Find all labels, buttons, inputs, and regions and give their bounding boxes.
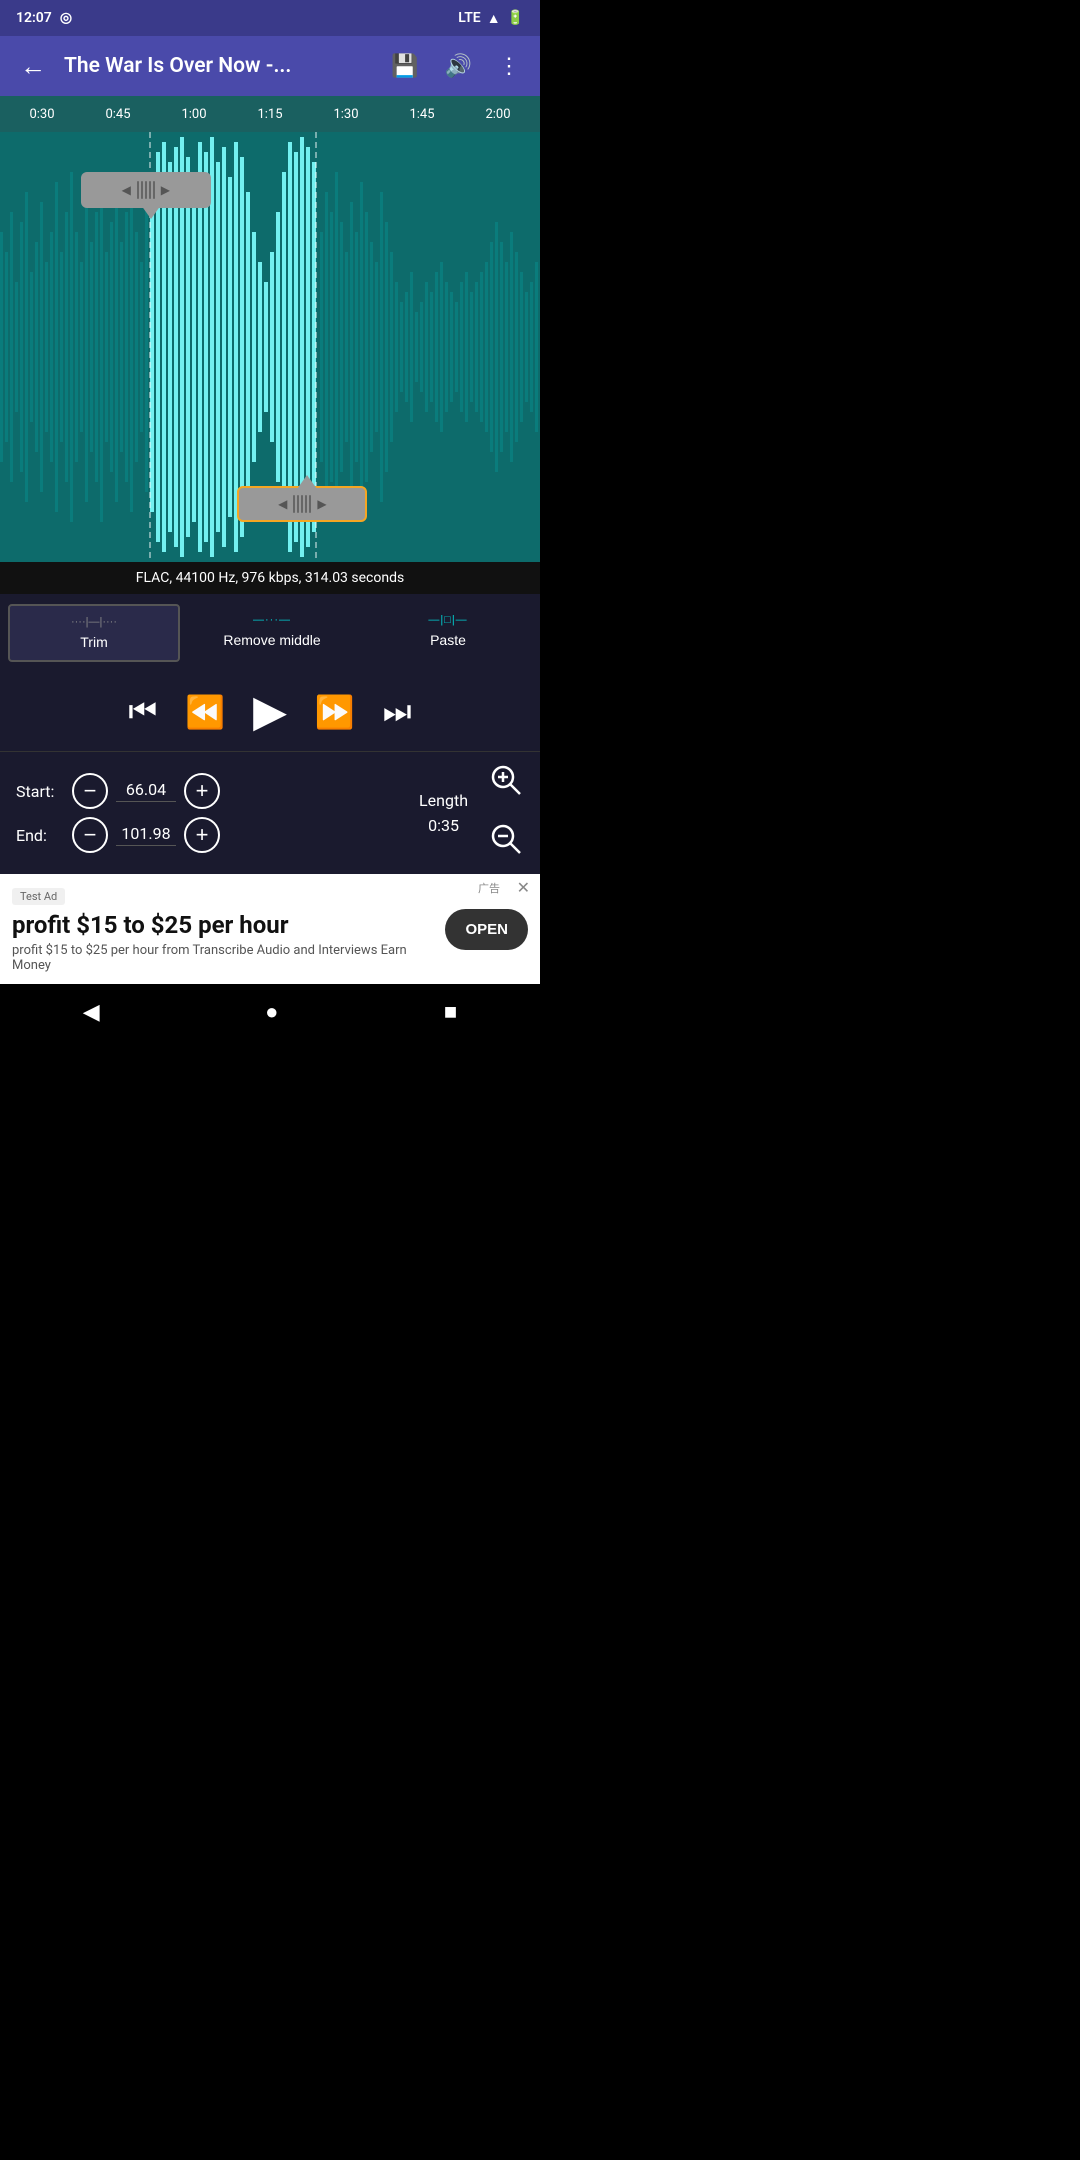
save-button[interactable]: 💾 (383, 46, 426, 87)
skip-to-start-button[interactable]: ⏮ (128, 693, 157, 731)
ruler-mark-5: 1:45 (409, 107, 434, 122)
back-button[interactable]: ← (12, 43, 54, 90)
ruler-mark-6: 2:00 (485, 107, 510, 122)
status-time: 12:07 (16, 10, 52, 26)
start-decrease-button[interactable]: − (72, 773, 108, 809)
waveform-container[interactable]: ◀ ▶ ◀ ▶ (0, 132, 540, 562)
ad-label: 广告 (478, 880, 500, 896)
status-left: 12:07 ◎ (16, 10, 72, 26)
battery-icon: 🔋 (507, 10, 524, 26)
zoom-out-button[interactable] (488, 821, 524, 864)
nav-back-button[interactable]: ◀ (63, 993, 120, 1031)
trim-end-left-arrow: ◀ (278, 497, 287, 511)
ruler-mark-3: 1:15 (257, 107, 282, 122)
zoom-section (488, 762, 524, 864)
ad-subtext: profit $15 to $25 per hour from Transcri… (12, 943, 433, 973)
remove-middle-icon: —···— (253, 614, 291, 626)
track-title: The War Is Over Now -... (64, 54, 373, 78)
audio-info-bar: FLAC, 44100 Hz, 976 kbps, 314.03 seconds (0, 562, 540, 594)
volume-button[interactable]: 🔊 (437, 46, 480, 87)
play-button[interactable]: ▶ (253, 686, 287, 737)
end-increase-button[interactable]: + (184, 817, 220, 853)
playback-controls: ⏮ ⏪ ▶ ⏩ ⏭ (0, 672, 540, 751)
bottom-navigation: ◀ ● ■ (0, 984, 540, 1040)
ruler-mark-1: 0:45 (105, 107, 130, 122)
trim-mode-label: Trim (80, 634, 107, 650)
signal-icon: ▲ (487, 10, 501, 27)
trim-end-right-arrow: ▶ (317, 497, 326, 511)
length-section: Length 0:35 (419, 791, 468, 835)
position-controls: Start: − 66.04 + End: − 101.98 + Length … (0, 751, 540, 874)
paste-mode-button[interactable]: —|□|— Paste (364, 604, 532, 662)
remove-middle-label: Remove middle (223, 632, 320, 648)
ruler-mark-2: 1:00 (181, 107, 206, 122)
length-label: Length (419, 791, 468, 810)
end-value: 101.98 (116, 824, 176, 846)
trim-handle-lines (137, 181, 155, 199)
position-group: Start: − 66.04 + End: − 101.98 + (16, 773, 401, 853)
start-value: 66.04 (116, 780, 176, 802)
ad-tag: Test Ad (12, 888, 65, 905)
status-icon: ◎ (60, 10, 72, 26)
start-position-row: Start: − 66.04 + (16, 773, 401, 809)
nav-home-button[interactable]: ● (245, 993, 298, 1031)
ad-text-section: Test Ad profit $15 to $25 per hour profi… (12, 885, 433, 974)
trim-handle-end[interactable]: ◀ ▶ (237, 486, 367, 522)
ad-headline: profit $15 to $25 per hour (12, 911, 433, 940)
trim-handle-end-lines (293, 495, 311, 513)
ad-banner: Test Ad profit $15 to $25 per hour profi… (0, 874, 540, 984)
trim-handle-start[interactable]: ◀ ▶ (81, 172, 211, 208)
timeline-ruler: 0:30 0:45 1:00 1:15 1:30 1:45 2:00 (0, 96, 540, 132)
trim-icon: ····|—|···· (71, 616, 117, 628)
trim-handle-end-pointer (297, 475, 317, 489)
paste-label: Paste (430, 632, 466, 648)
remove-middle-mode-button[interactable]: —···— Remove middle (188, 604, 356, 662)
ruler-mark-0: 0:30 (29, 107, 54, 122)
toolbar: ← The War Is Over Now -... 💾 🔊 ⋮ (0, 36, 540, 96)
fast-forward-button[interactable]: ⏩ (315, 693, 355, 731)
trim-left-arrow: ◀ (122, 183, 131, 197)
lte-icon: LTE (458, 10, 480, 26)
paste-icon: —|□|— (428, 614, 467, 626)
end-position-row: End: − 101.98 + (16, 817, 401, 853)
length-value: 0:35 (428, 816, 459, 835)
end-label: End: (16, 826, 64, 845)
rewind-button[interactable]: ⏪ (185, 693, 225, 731)
status-bar: 12:07 ◎ LTE ▲ 🔋 (0, 0, 540, 36)
ad-close-button[interactable]: ✕ (517, 878, 530, 897)
nav-recents-button[interactable]: ■ (424, 993, 477, 1031)
start-increase-button[interactable]: + (184, 773, 220, 809)
status-right: LTE ▲ 🔋 (458, 10, 524, 27)
start-label: Start: (16, 782, 64, 801)
audio-info-text: FLAC, 44100 Hz, 976 kbps, 314.03 seconds (136, 570, 404, 586)
ruler-marks: 0:30 0:45 1:00 1:15 1:30 1:45 2:00 (0, 107, 540, 122)
more-button[interactable]: ⋮ (490, 46, 528, 87)
skip-to-end-button[interactable]: ⏭ (383, 693, 412, 731)
trim-handle-start-pointer (141, 205, 161, 219)
trim-right-arrow: ▶ (161, 183, 170, 197)
end-decrease-button[interactable]: − (72, 817, 108, 853)
trim-mode-button[interactable]: ····|—|···· Trim (8, 604, 180, 662)
ad-open-button[interactable]: OPEN (445, 909, 528, 950)
ruler-mark-4: 1:30 (333, 107, 358, 122)
zoom-in-button[interactable] (488, 762, 524, 805)
edit-modes-container: ····|—|···· Trim —···— Remove middle —|□… (0, 594, 540, 672)
